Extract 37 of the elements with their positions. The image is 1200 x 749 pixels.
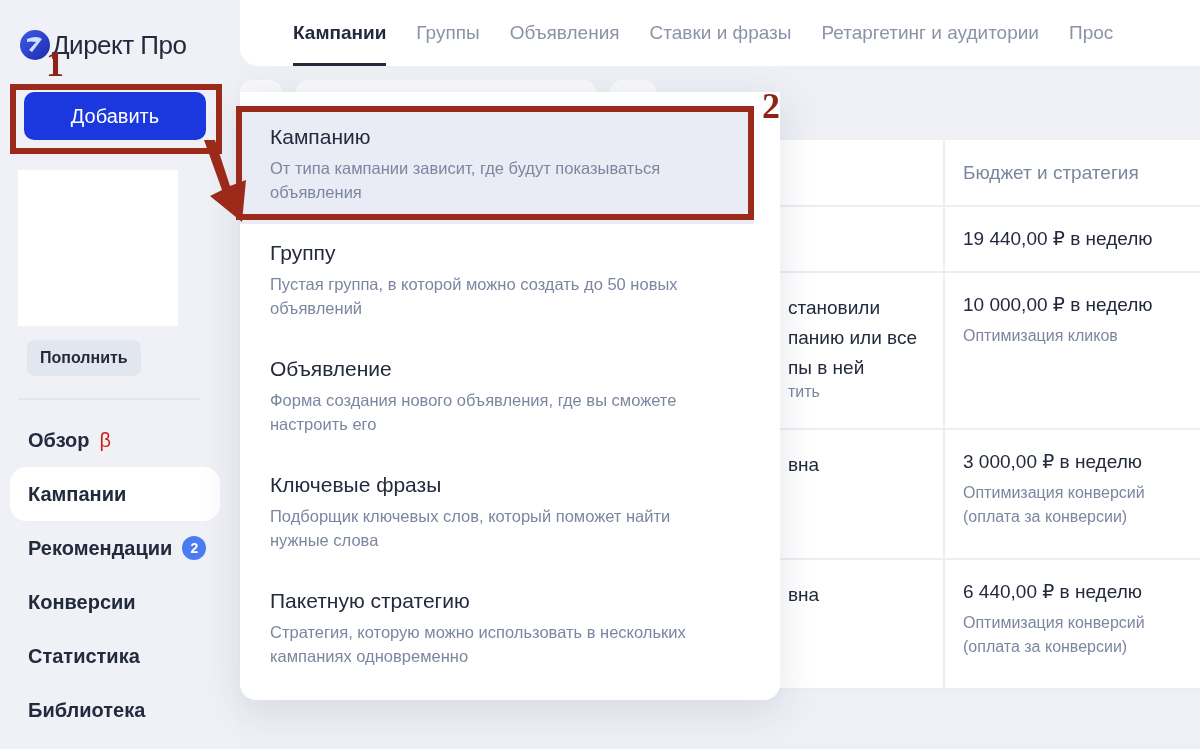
tab[interactable]: Кампании bbox=[293, 0, 387, 66]
table-cell-text: панию или все bbox=[788, 326, 919, 350]
nav-item[interactable]: Рекомендации 2 bbox=[10, 521, 220, 575]
add-button[interactable]: Добавить bbox=[24, 92, 206, 140]
logo-icon bbox=[20, 30, 50, 60]
nav-item[interactable]: Статистика bbox=[10, 629, 220, 683]
table-cell-text: вна bbox=[788, 583, 821, 607]
annotation-number: 2 bbox=[762, 88, 780, 124]
nav-item[interactable]: Обзор β bbox=[10, 413, 220, 467]
nav-label: Библиотека bbox=[28, 698, 146, 722]
nav-item[interactable]: Кампании bbox=[10, 467, 220, 521]
strategy-text: Оптимизация конверсий (оплата за конверсии) bbox=[963, 613, 1146, 657]
table-cell-text: пы в ней bbox=[788, 356, 866, 380]
table-cell-text: становили bbox=[788, 296, 882, 320]
table-cell-text: вна bbox=[788, 453, 821, 477]
menu-item[interactable]: Группу Пустая группа, в которой можно создать до 50 новых объявлений bbox=[240, 224, 754, 340]
beta-label: β bbox=[99, 428, 112, 452]
budget-value: 6 440,00 ₽ в неделю bbox=[963, 580, 1143, 603]
budget-value: 10 000,00 ₽ в неделю bbox=[963, 293, 1154, 316]
nav-label: Конверсии bbox=[28, 590, 136, 614]
nav-label: Рекомендации bbox=[28, 536, 173, 560]
strategy-text: Оптимизация конверсий (оплата за конверсии) bbox=[963, 483, 1146, 527]
budget-value: 19 440,00 ₽ в неделю bbox=[963, 227, 1154, 250]
nav-item[interactable]: Конверсии bbox=[10, 575, 220, 629]
count-badge: 2 bbox=[182, 536, 207, 560]
menu-item[interactable]: Пакетную стратегию Стратегия, которую можно использовать в нескольких кампаниях одновременно bbox=[240, 572, 754, 688]
column-header: Бюджет и стратегия bbox=[963, 162, 1139, 183]
menu-item[interactable]: Объявление Форма создания нового объявления, где вы сможете настроить его bbox=[240, 340, 754, 456]
menu-item[interactable]: Ключевые фразы Подборщик ключевых слов, который поможет найти нужные слова bbox=[240, 456, 754, 572]
table-cell-note: тить bbox=[788, 383, 821, 401]
nav-item[interactable]: Библиотека bbox=[10, 683, 220, 737]
strategy-text: Оптимизация кликов bbox=[963, 326, 1119, 346]
top-up-button[interactable]: Пополнить bbox=[27, 340, 141, 376]
nav-label: Кампании bbox=[28, 482, 127, 506]
nav-label: Статистика bbox=[28, 644, 140, 668]
budget-value: 3 000,00 ₽ в неделю bbox=[963, 450, 1143, 473]
nav-label: Обзор bbox=[28, 428, 90, 452]
